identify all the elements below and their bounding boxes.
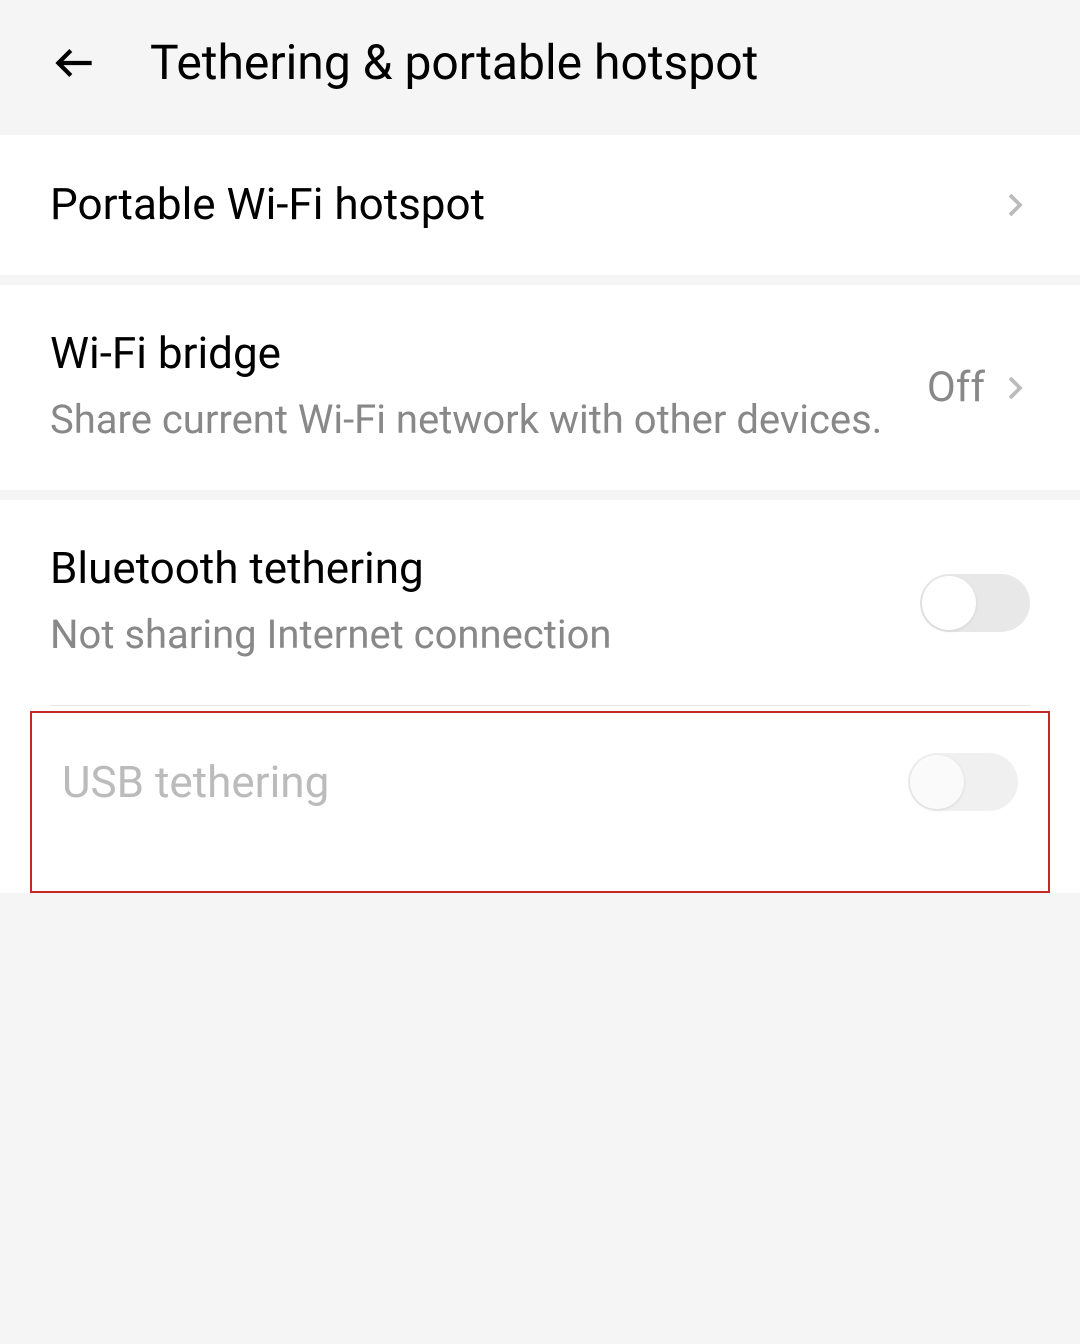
wifi-bridge-subtitle: Share current Wi-Fi network with other d… [50, 390, 927, 450]
row-portable-hotspot[interactable]: Portable Wi-Fi hotspot [0, 135, 1080, 275]
row-wifi-bridge[interactable]: Wi-Fi bridge Share current Wi-Fi network… [0, 285, 1080, 490]
toggle-knob [910, 755, 964, 809]
usb-tethering-label: USB tethering [62, 754, 908, 811]
divider [50, 705, 1030, 706]
wifi-bridge-label: Wi-Fi bridge [50, 325, 927, 382]
row-usb-tethering[interactable]: USB tethering [30, 711, 1050, 893]
section-tethering: Bluetooth tethering Not sharing Internet… [0, 500, 1080, 893]
section-wifi-bridge: Wi-Fi bridge Share current Wi-Fi network… [0, 285, 1080, 490]
chevron-right-icon [1000, 373, 1030, 403]
header: Tethering & portable hotspot [0, 0, 1080, 125]
back-arrow-icon[interactable] [50, 38, 100, 88]
bluetooth-tethering-label: Bluetooth tethering [50, 540, 920, 597]
bluetooth-tethering-subtitle: Not sharing Internet connection [50, 605, 920, 665]
usb-tethering-toggle [908, 753, 1018, 811]
toggle-knob [922, 576, 976, 630]
wifi-bridge-value: Off [927, 363, 985, 412]
section-portable-hotspot: Portable Wi-Fi hotspot [0, 135, 1080, 275]
bluetooth-tethering-toggle[interactable] [920, 574, 1030, 632]
chevron-right-icon [1000, 190, 1030, 220]
row-bluetooth-tethering[interactable]: Bluetooth tethering Not sharing Internet… [0, 500, 1080, 705]
portable-hotspot-label: Portable Wi-Fi hotspot [50, 176, 1000, 233]
page-title: Tethering & portable hotspot [150, 34, 758, 91]
